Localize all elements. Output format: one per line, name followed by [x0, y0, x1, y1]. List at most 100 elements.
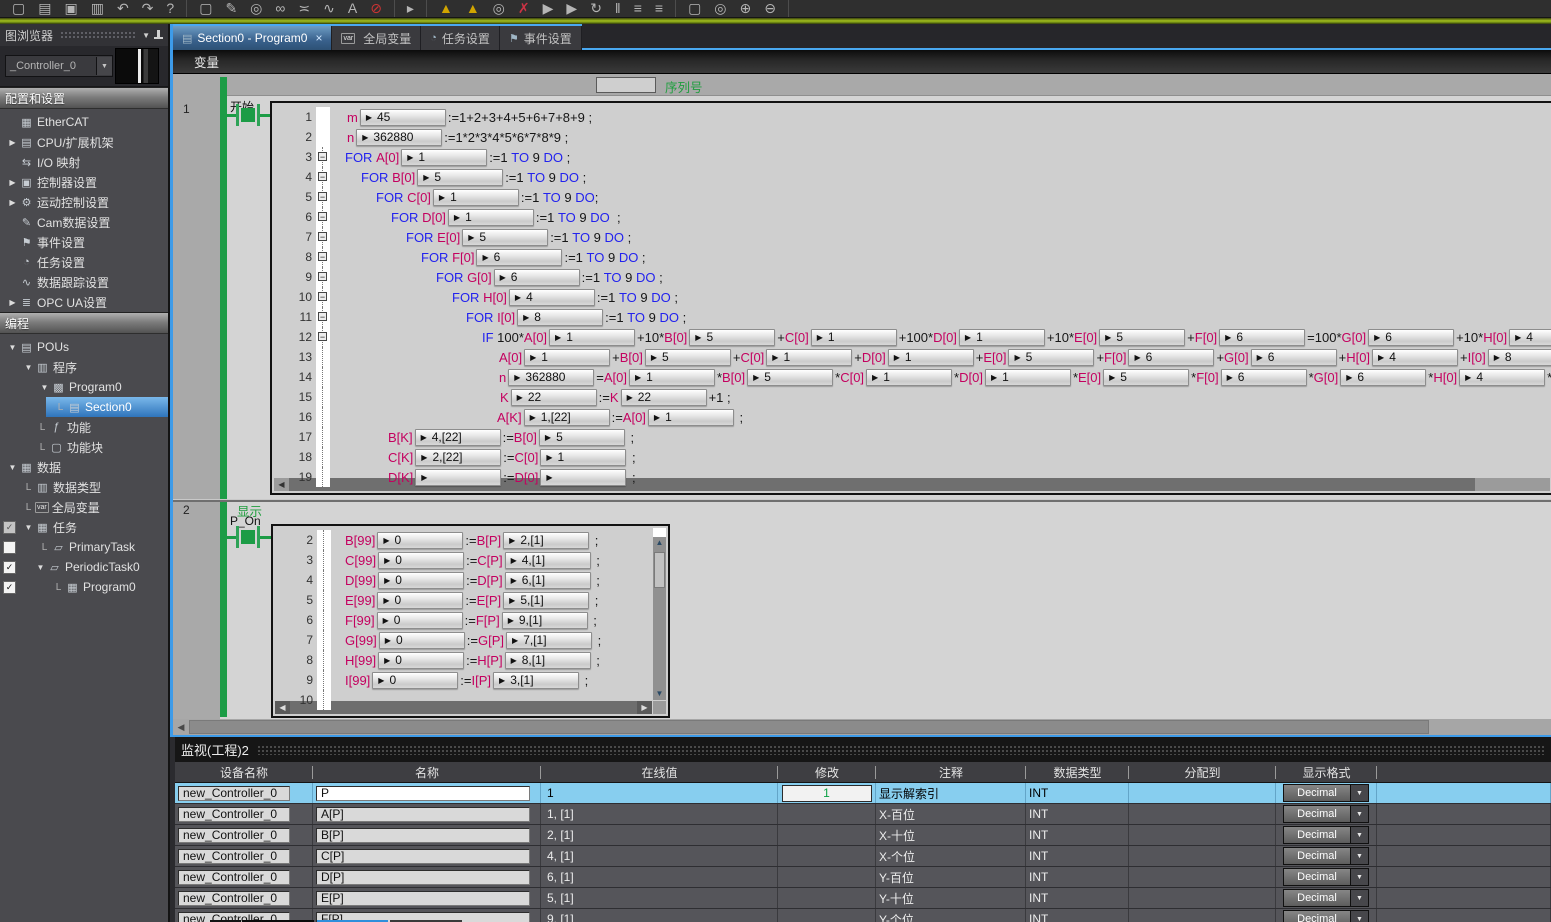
font-icon[interactable]: A [348, 1, 357, 15]
device-name-box[interactable]: new_Controller_0 [178, 828, 290, 843]
chevron-down-icon[interactable]: ▼ [1350, 869, 1368, 885]
value-box[interactable]: ▶2,[1] [503, 532, 589, 549]
pin-icon[interactable] [154, 30, 163, 41]
value-box[interactable]: ▶5 [1099, 329, 1185, 346]
chevron-down-icon[interactable]: ▼ [142, 31, 150, 40]
collapse-icon[interactable]: − [318, 252, 327, 261]
checkbox-periodic-task0[interactable]: ✓ [3, 561, 16, 574]
watch-row[interactable]: new_Controller_0E[P]5, [1]Y-十位INTDecimal… [175, 888, 1551, 909]
search-icon[interactable]: ◎ [250, 1, 262, 15]
value-box[interactable]: ▶1 [629, 369, 715, 386]
run-icon[interactable]: ▶ [543, 1, 554, 15]
sidebar-item-functions[interactable]: Lƒ功能 [0, 417, 168, 437]
watch-column-header[interactable]: 显示格式 [1276, 764, 1377, 781]
chevron-down-icon[interactable]: ▼ [1350, 827, 1368, 843]
zoom-out-icon[interactable]: ⊖ [764, 1, 776, 15]
value-box[interactable]: ▶4 [509, 289, 595, 306]
watch-row[interactable]: new_Controller_0D[P]6, [1]Y-百位INTDecimal… [175, 867, 1551, 888]
display-format-select[interactable]: Decimal▼ [1283, 826, 1369, 844]
value-box[interactable]: ▶1 [811, 329, 897, 346]
value-box[interactable]: ▶0 [378, 552, 464, 569]
value-box[interactable]: ▶0 [377, 532, 463, 549]
value-box[interactable]: ▶7,[1] [506, 632, 592, 649]
collapse-icon[interactable]: − [318, 212, 327, 221]
sidebar-item-event-settings[interactable]: ⚑事件设置 [0, 232, 168, 252]
pause-icon[interactable]: ‖ [615, 1, 621, 15]
open-project-icon[interactable]: ▤ [38, 1, 51, 15]
value-box[interactable]: ▶ [540, 469, 626, 486]
sync-icon[interactable]: ↻ [590, 1, 602, 15]
value-box[interactable]: ▶1 [433, 189, 519, 206]
sidebar-item-program0[interactable]: ▼▩Program0 [0, 377, 168, 397]
checkbox-primary-task[interactable] [3, 541, 16, 554]
collapse-icon[interactable]: − [318, 312, 327, 321]
sidebar-item-cpu-rack[interactable]: ▶▤CPU/扩展机架 [0, 132, 168, 152]
chevron-down-icon[interactable]: ▼ [1350, 806, 1368, 822]
collapse-icon[interactable]: − [318, 152, 327, 161]
editor-hscrollbar[interactable]: ◀ [173, 719, 1551, 735]
display-format-select[interactable]: Decimal▼ [1283, 910, 1369, 922]
value-box[interactable]: ▶6 [476, 249, 562, 266]
chevron-down-icon[interactable]: ▼ [1350, 848, 1368, 864]
watch-column-header[interactable]: 修改 [778, 764, 876, 781]
value-box[interactable]: ▶362880 [508, 369, 594, 386]
variable-name-box[interactable]: A[P] [316, 807, 530, 822]
watch-column-header[interactable]: 分配到 [1129, 764, 1276, 781]
checkbox-task-program0[interactable]: ✓ [3, 581, 16, 594]
variable-name-box[interactable]: E[P] [316, 891, 530, 906]
value-box[interactable]: ▶1 [648, 409, 734, 426]
value-box[interactable]: ▶6 [1128, 349, 1214, 366]
value-box[interactable]: ▶6 [1251, 349, 1337, 366]
expander-icon[interactable]: ▼ [6, 343, 19, 352]
sidebar-item-task-settings[interactable]: ◔任务设置 [0, 252, 168, 272]
value-box[interactable]: ▶1 [959, 329, 1045, 346]
variable-table-header[interactable]: 变量 [173, 50, 1551, 74]
value-box[interactable]: ▶1 [448, 209, 534, 226]
rung-comment-box[interactable] [596, 77, 656, 93]
modify-value-box[interactable]: 1 [782, 785, 872, 802]
value-box[interactable]: ▶4,[22] [415, 429, 501, 446]
watch-row[interactable]: new_Controller_0C[P]4, [1]X-个位INTDecimal… [175, 846, 1551, 867]
value-box[interactable]: ▶0 [378, 652, 464, 669]
forbid-icon[interactable]: ⊘ [370, 1, 382, 15]
expander-icon[interactable]: ▶ [6, 138, 19, 147]
value-box[interactable]: ▶4 [1459, 369, 1545, 386]
display-format-select[interactable]: Decimal▼ [1283, 847, 1369, 865]
sidebar-item-task-program0[interactable]: ✓L▦Program0 [0, 577, 168, 597]
list-icon[interactable]: ≡ [634, 1, 642, 15]
value-box[interactable]: ▶8,[1] [505, 652, 591, 669]
watch-column-header[interactable]: 数据类型 [1026, 764, 1129, 781]
value-box[interactable]: ▶4 [1372, 349, 1458, 366]
value-box[interactable]: ▶5 [747, 369, 833, 386]
value-box[interactable]: ▶5 [417, 169, 503, 186]
display-format-select[interactable]: Decimal▼ [1283, 868, 1369, 886]
value-box[interactable]: ▶22 [621, 389, 707, 406]
pointer-icon[interactable]: ▸ [407, 1, 414, 15]
data-trace-icon[interactable]: ∿ [323, 1, 335, 15]
value-box[interactable]: ▶1 [888, 349, 974, 366]
print-icon[interactable]: ▥ [91, 1, 104, 15]
expander-icon[interactable]: ▶ [6, 178, 19, 187]
watch-row[interactable]: new_Controller_0P11显示解索引INTDecimal▼ [175, 783, 1551, 804]
sidebar-item-primary-task[interactable]: L▱PrimaryTask [0, 537, 168, 557]
check-program-icon[interactable]: ◎ [493, 1, 505, 15]
value-box[interactable]: ▶5 [539, 429, 625, 446]
rebuild-warning-icon[interactable]: ▲ [466, 1, 480, 15]
value-box[interactable]: ▶5,[1] [503, 592, 589, 609]
value-box[interactable]: ▶0 [379, 632, 465, 649]
abort-icon[interactable]: ✗ [518, 1, 530, 15]
value-box[interactable]: ▶5 [645, 349, 731, 366]
expander-icon[interactable]: ▼ [34, 563, 47, 572]
value-box[interactable]: ▶4,[1] [505, 552, 591, 569]
device-name-box[interactable]: new_Controller_0 [178, 849, 290, 864]
variable-name-box[interactable]: D[P] [316, 870, 530, 885]
collapse-icon[interactable]: − [318, 232, 327, 241]
sidebar-item-opcua-settings[interactable]: ▶≣OPC UA设置 [0, 292, 168, 312]
checkbox-tasks[interactable]: ✓ [3, 521, 16, 534]
new-project-icon[interactable]: ▢ [12, 1, 25, 15]
watch-titlebar[interactable]: 监视(工程)2 [175, 737, 1551, 762]
insert-link-icon[interactable]: ∞ [275, 1, 285, 15]
value-box[interactable]: ▶3,[1] [493, 672, 579, 689]
redo-icon[interactable]: ↷ [142, 1, 154, 15]
collapse-icon[interactable]: − [318, 192, 327, 201]
